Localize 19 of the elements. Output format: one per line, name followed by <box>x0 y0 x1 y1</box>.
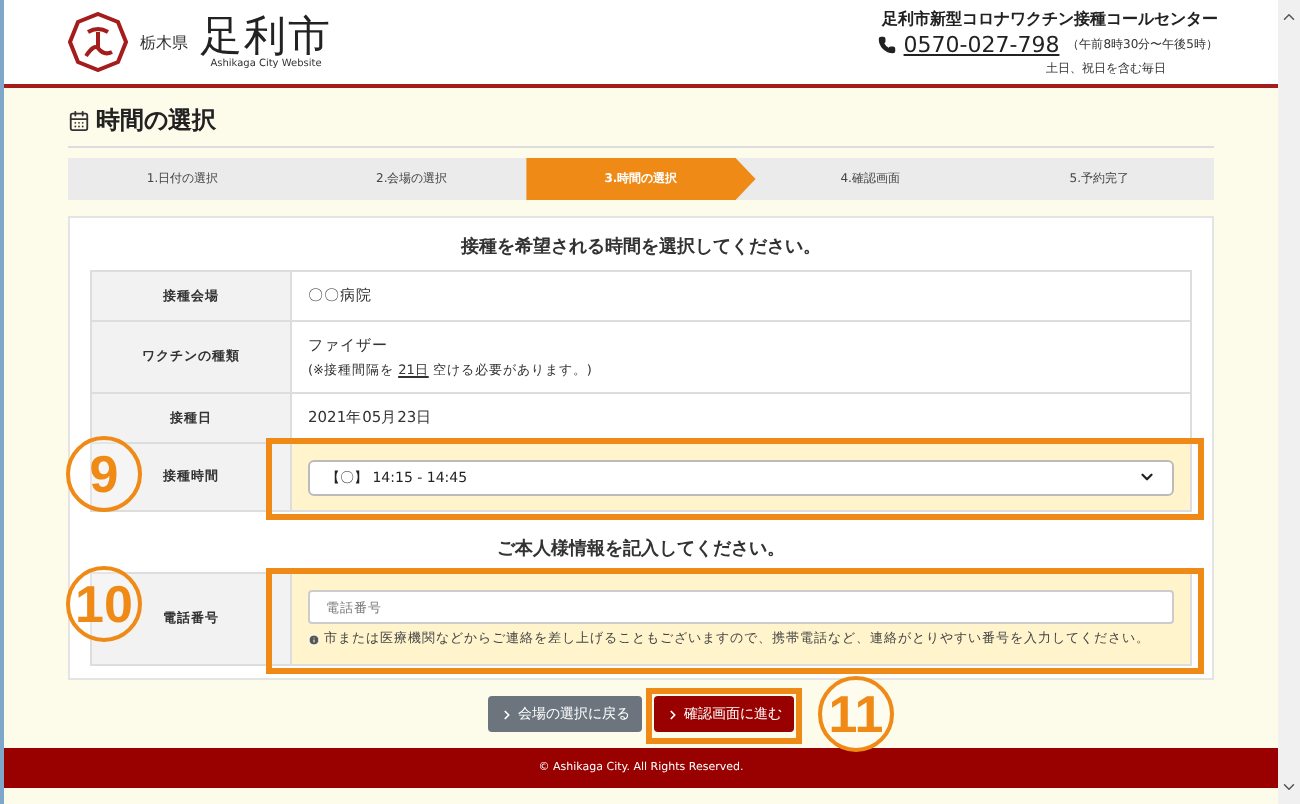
calendar-icon <box>68 110 90 132</box>
prefecture-name: 栃木県 <box>140 31 188 53</box>
chevron-icon <box>500 707 514 721</box>
phone-icon <box>877 35 896 53</box>
scroll-down-icon[interactable] <box>1280 778 1298 796</box>
section-heading: ご本人様情報を記入してください。 <box>495 536 787 562</box>
phone-link[interactable]: 0570-027-798 <box>903 31 1060 57</box>
page-title: 時間の選択 <box>96 104 216 138</box>
step-number-badge: 9 <box>66 436 142 512</box>
city-emblem-icon <box>68 12 128 72</box>
caret-icon <box>1138 468 1156 486</box>
section-heading: 接種を希望される時間を選択してください。 <box>459 234 823 260</box>
scrollbar[interactable] <box>1278 0 1300 804</box>
step-number-badge: 10 <box>66 566 142 642</box>
scroll-up-icon[interactable] <box>1280 8 1298 26</box>
city-name: 足利市 <box>200 14 332 58</box>
call-center-name: 足利市新型コロナワクチン接種コールセンター <box>882 7 1218 29</box>
chevron-icon <box>666 707 680 721</box>
info-icon <box>308 633 320 645</box>
